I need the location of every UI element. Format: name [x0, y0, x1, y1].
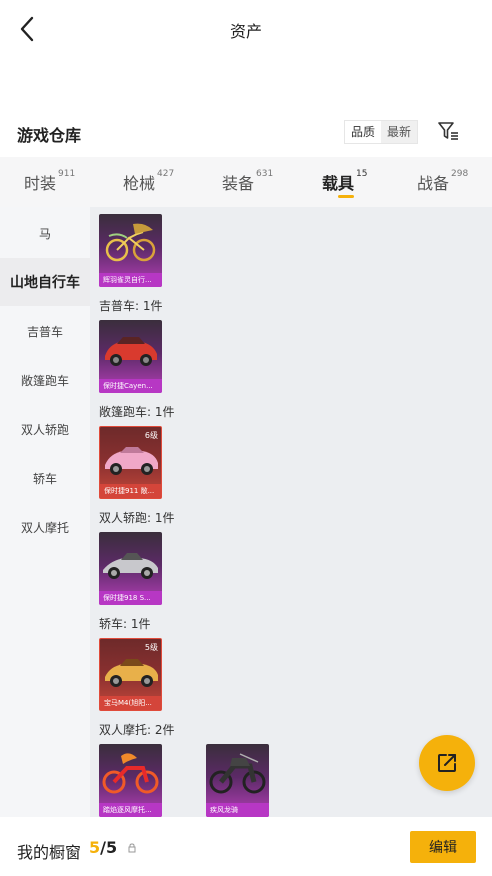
bike-image — [105, 223, 156, 262]
edit-button[interactable]: 编辑 — [410, 831, 476, 863]
share-button[interactable] — [419, 735, 475, 791]
category-tabs: 时装 911 枪械 427 装备 631 载具 15 战备 298 — [0, 157, 492, 207]
tab-count: 631 — [256, 169, 274, 179]
filter-button[interactable] — [436, 119, 460, 143]
group-label: 双人摩托: 2件 — [99, 723, 175, 737]
sidebar-item-motorcycle[interactable]: 双人摩托 — [0, 503, 90, 551]
item-name: 保时捷911 敞... — [100, 484, 161, 498]
tab-count: 298 — [451, 169, 469, 179]
group-label: 轿车: 1件 — [99, 617, 151, 631]
item-name: 宝马M4(旭阳... — [100, 696, 161, 710]
tab-vehicles[interactable]: 载具 15 — [322, 157, 367, 207]
showcase-count-current: 5 — [89, 838, 101, 857]
item-card[interactable]: 疾风龙骑 — [206, 744, 269, 817]
sort-toggle: 品质 最新 — [344, 120, 419, 144]
external-link-icon — [438, 754, 456, 772]
warehouse-title: 游戏仓库 — [17, 126, 82, 145]
filter-icon — [438, 122, 458, 140]
top-bar: 资产 — [0, 0, 492, 60]
item-name: 保时捷918 S... — [99, 591, 162, 605]
tab-label: 战备 — [417, 174, 450, 193]
item-name: 辉羽雀灵自行... — [99, 273, 162, 287]
level-badge: 6级 — [144, 431, 158, 440]
tab-count: 911 — [58, 169, 76, 179]
item-card[interactable]: 辉羽雀灵自行... — [99, 214, 162, 287]
showcase-bar: 我的橱窗 5/5 编辑 — [0, 817, 492, 876]
item-card[interactable]: 踏焰逐风摩托... — [99, 744, 162, 817]
sort-option-latest[interactable]: 最新 — [381, 121, 418, 143]
page-title: 资产 — [229, 22, 262, 41]
tab-label: 枪械 — [123, 174, 156, 193]
item-name: 疾风龙骑 — [206, 803, 269, 817]
item-card[interactable]: 5级 宝马M4(旭阳... — [99, 638, 162, 711]
car-image — [105, 337, 157, 366]
tab-label: 时装 — [24, 174, 57, 193]
sidebar-item-sedan[interactable]: 轿车 — [0, 454, 90, 502]
sort-option-quality[interactable]: 品质 — [345, 121, 381, 143]
tab-fashion[interactable]: 时装 911 — [24, 157, 75, 207]
sidebar-item-jeep[interactable]: 吉普车 — [0, 307, 90, 355]
level-badge: 5级 — [144, 643, 158, 652]
item-card[interactable]: 保时捷Cayen... — [99, 320, 162, 393]
item-grid: 辉羽雀灵自行... 吉普车: 1件 保时捷Cayen... 敞篷跑车: 1件 6… — [90, 207, 492, 817]
tab-count: 427 — [157, 169, 175, 179]
showcase-label: 我的橱窗 — [17, 843, 82, 862]
tab-equipment[interactable]: 装备 631 — [222, 157, 273, 207]
tab-supplies[interactable]: 战备 298 — [417, 157, 468, 207]
showcase-count-total: 5 — [105, 838, 118, 857]
sidebar-item-coupe[interactable]: 双人轿跑 — [0, 405, 90, 453]
motorcycle-image — [209, 753, 266, 794]
item-name: 踏焰逐风摩托... — [99, 803, 162, 817]
tab-count: 15 — [356, 169, 368, 179]
active-tab-indicator — [338, 195, 354, 198]
tab-label: 装备 — [222, 174, 255, 193]
showcase-count: 5/5 — [89, 838, 117, 857]
sidebar-item-convertible[interactable]: 敞篷跑车 — [0, 356, 90, 404]
car-image — [103, 553, 158, 579]
tab-firearms[interactable]: 枪械 427 — [123, 157, 174, 207]
tab-label: 载具 — [322, 174, 355, 193]
sidebar: 马 山地自行车 吉普车 敞篷跑车 双人轿跑 轿车 双人摩托 — [0, 207, 90, 817]
sidebar-item-horse[interactable]: 马 — [0, 209, 90, 257]
group-label: 敞篷跑车: 1件 — [99, 405, 175, 419]
lock-icon — [128, 843, 136, 853]
group-label: 双人轿跑: 1件 — [99, 511, 175, 525]
item-card[interactable]: 6级 保时捷911 敞... — [99, 426, 162, 499]
item-name: 保时捷Cayen... — [99, 379, 162, 393]
sidebar-item-mountain-bike[interactable]: 山地自行车 — [0, 258, 90, 306]
motorcycle-image — [102, 753, 159, 794]
item-card[interactable]: 保时捷918 S... — [99, 532, 162, 605]
group-label: 吉普车: 1件 — [99, 299, 163, 313]
